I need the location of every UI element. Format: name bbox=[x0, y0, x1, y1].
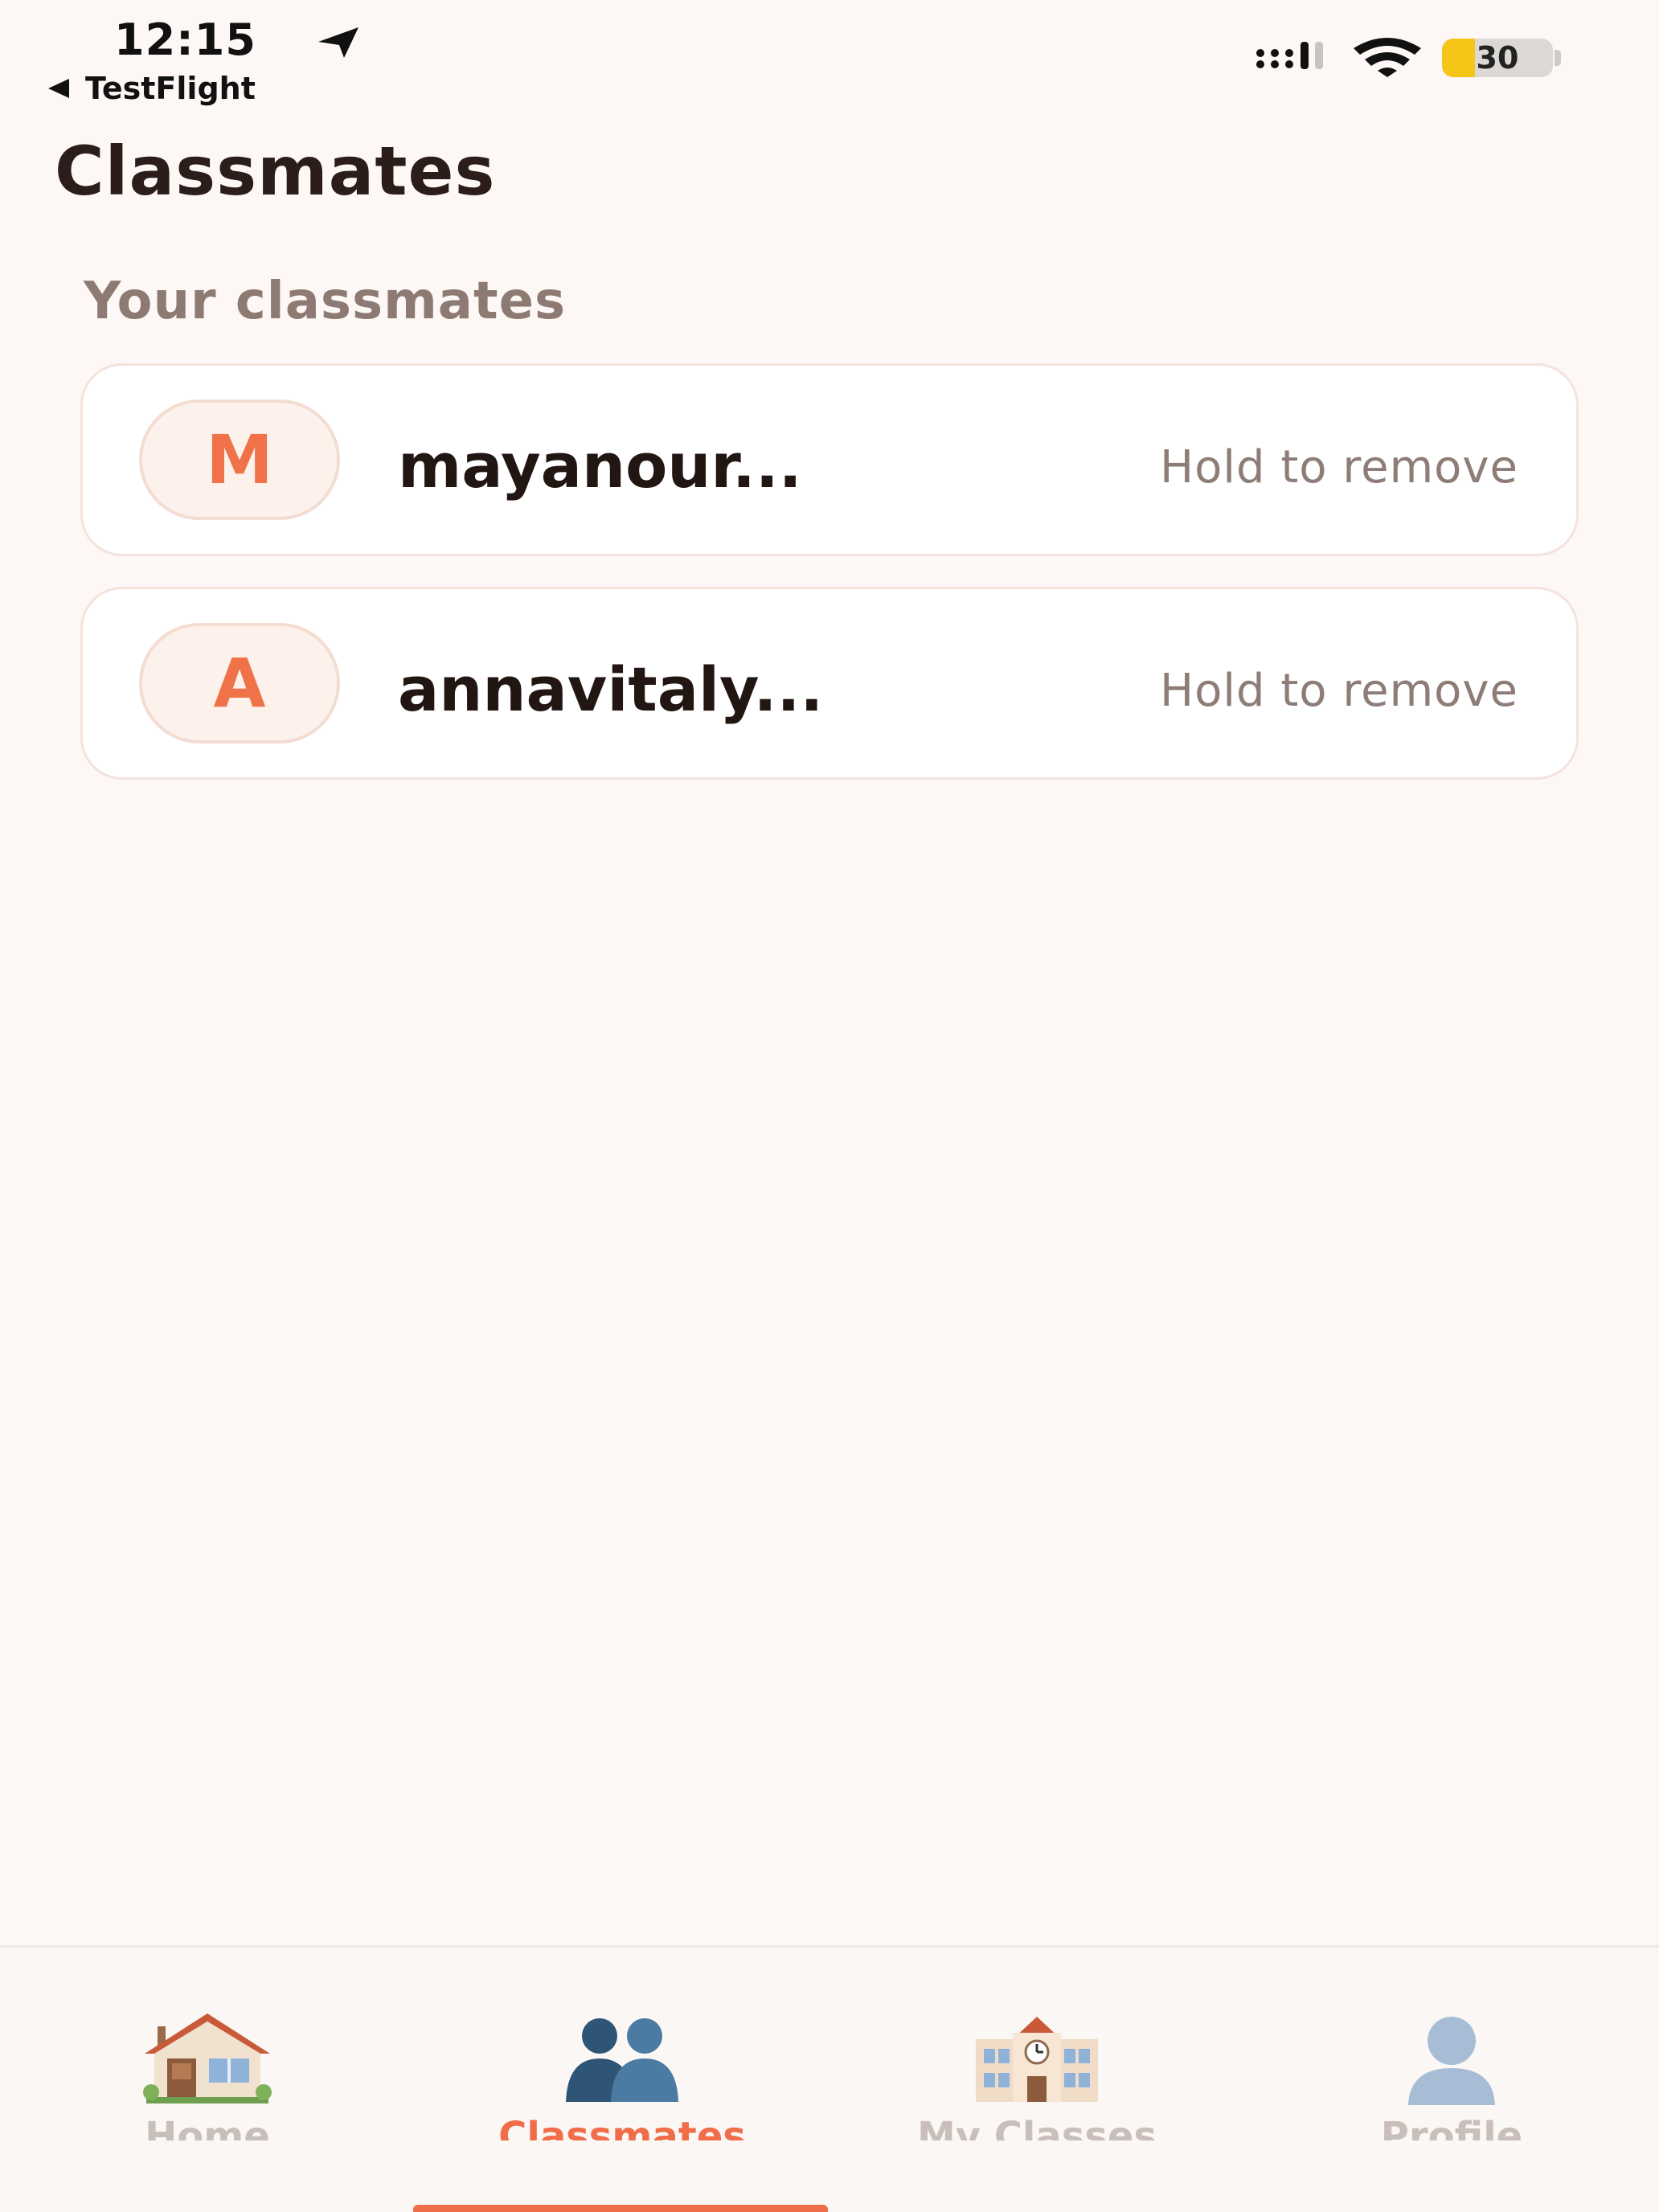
tab-label: Profile bbox=[1380, 2115, 1523, 2140]
status-time: 12:15 bbox=[114, 14, 256, 65]
tab-label: Home bbox=[145, 2115, 270, 2140]
section-label: Your classmates bbox=[84, 272, 567, 331]
battery-icon: 30 bbox=[1442, 39, 1553, 77]
tab-bar: Home Classmates My Classes Profile bbox=[0, 1945, 1659, 2212]
house-icon bbox=[143, 2013, 272, 2103]
back-triangle-icon bbox=[48, 79, 69, 98]
signal-icon bbox=[1256, 42, 1323, 69]
wifi-icon bbox=[1354, 38, 1421, 77]
tab-label: Classmates bbox=[498, 2115, 746, 2140]
classmate-name: annavitaly... bbox=[398, 653, 824, 725]
avatar: M bbox=[139, 399, 340, 520]
avatar-initial: A bbox=[213, 644, 266, 723]
tab-home[interactable]: Home bbox=[0, 1948, 415, 2157]
avatar-initial: M bbox=[206, 420, 273, 499]
active-tab-indicator bbox=[413, 2205, 828, 2212]
status-bar: 12:15 TestFlight 30 bbox=[0, 0, 1659, 113]
person-silhouette-icon bbox=[1408, 2017, 1495, 2105]
classmate-card[interactable]: M mayanour... Hold to remove bbox=[80, 363, 1579, 556]
people-icon bbox=[566, 2018, 678, 2102]
battery-nub bbox=[1555, 50, 1561, 66]
classmates-screen: 12:15 TestFlight 30 Classmates Your clas… bbox=[0, 0, 1659, 2212]
tab-classmates[interactable]: Classmates bbox=[415, 1948, 830, 2157]
hold-to-remove-hint: Hold to remove bbox=[1160, 441, 1518, 494]
battery-level: 30 bbox=[1476, 40, 1519, 76]
classmate-name: mayanour... bbox=[398, 430, 802, 502]
location-arrow-icon bbox=[318, 27, 358, 58]
page-title: Classmates bbox=[55, 132, 496, 211]
avatar: A bbox=[139, 623, 340, 743]
tab-label: My Classes bbox=[916, 2115, 1157, 2140]
tab-my-classes[interactable]: My Classes bbox=[830, 1948, 1244, 2157]
back-to-testflight-link[interactable]: TestFlight bbox=[47, 71, 256, 106]
tab-profile[interactable]: Profile bbox=[1244, 1948, 1659, 2157]
hold-to-remove-hint: Hold to remove bbox=[1160, 665, 1518, 717]
classmate-card[interactable]: A annavitaly... Hold to remove bbox=[80, 587, 1579, 780]
back-app-label: TestFlight bbox=[85, 71, 256, 106]
school-building-icon bbox=[976, 2017, 1098, 2102]
